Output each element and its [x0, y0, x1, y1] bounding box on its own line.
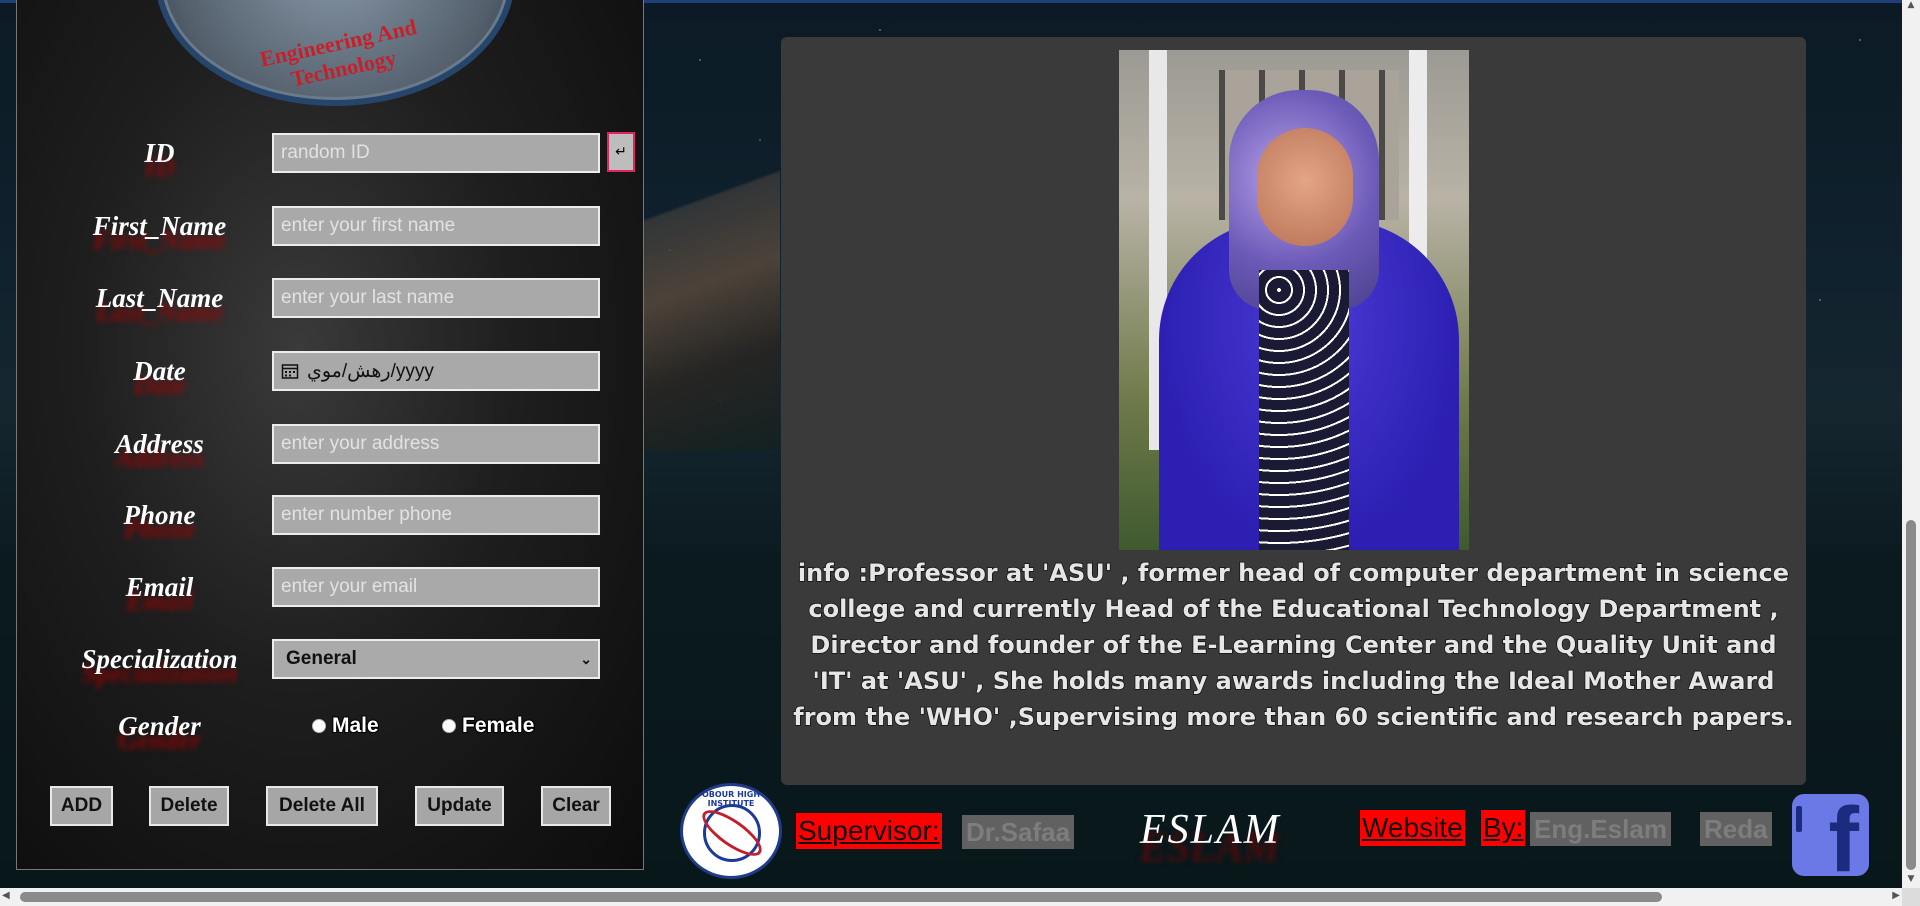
enter-icon: ↵ [615, 144, 627, 160]
email-label: Email [125, 572, 194, 602]
first-name-label: First_Name [92, 211, 227, 241]
mountain-background [640, 150, 780, 450]
scrollbar-corner [1902, 888, 1920, 906]
horizontal-scroll-thumb[interactable] [20, 892, 1662, 902]
supervisor-label[interactable]: Supervisor: [796, 813, 942, 849]
signature-logo: ESLAM [1140, 807, 1281, 853]
scroll-down-icon[interactable]: ▼ [1902, 874, 1920, 888]
chevron-down-icon: ⌄ [580, 651, 592, 667]
phone-label: Phone [123, 500, 196, 530]
delete-button[interactable]: Delete [149, 786, 229, 826]
specialization-value: General [286, 648, 357, 669]
author-first-name: Eng.Eslam [1530, 812, 1671, 846]
supervisor-info-text: info :Professor at 'ASU' , former head o… [793, 558, 1795, 732]
supervisor-name: Dr.Safaa [962, 815, 1075, 849]
address-label: Address [115, 429, 204, 459]
female-label: Female [461, 713, 535, 738]
male-label: Male [331, 713, 380, 738]
add-button[interactable]: ADD [50, 786, 113, 826]
last-name-row: Last_Name [17, 276, 645, 320]
date-label: Date [133, 356, 186, 386]
phone-row: Phone [17, 493, 645, 537]
last-name-input[interactable] [272, 278, 600, 318]
last-name-label: Last_Name [95, 283, 224, 313]
id-label: ID [144, 138, 175, 168]
email-input[interactable] [272, 567, 600, 607]
generate-id-button[interactable]: ↵ [607, 132, 635, 172]
gender-male-option[interactable]: Male [312, 704, 380, 748]
phone-input[interactable] [272, 495, 600, 535]
gender-row: Gender Male Female [17, 704, 645, 748]
footer-institute-logo: OBOUR HIGH INSTITUTE [680, 783, 782, 879]
institute-logo-text: Engineering And Technology [257, 13, 419, 92]
delete-all-button[interactable]: Delete All [266, 786, 378, 826]
specialization-row: Specialization General ⌄ [17, 637, 645, 681]
scroll-left-icon[interactable]: ◀ [2, 890, 10, 901]
first-name-row: First_Name [17, 204, 645, 248]
institute-logo: Engineering And Technology [155, 0, 515, 106]
female-radio[interactable] [442, 719, 456, 733]
specialization-label: Specialization [81, 644, 238, 674]
vertical-scroll-thumb[interactable] [1906, 520, 1916, 870]
registration-form-panel: Engineering And Technology ID ↵ First_Na… [16, 0, 644, 870]
email-row: Email [17, 565, 645, 609]
gender-female-option[interactable]: Female [442, 704, 535, 748]
address-input[interactable] [272, 424, 600, 464]
horizontal-scrollbar[interactable]: ◀ ▶ [0, 888, 1902, 906]
vertical-scrollbar[interactable]: ▲ ▼ [1902, 0, 1920, 888]
author-last-name: Reda [1700, 812, 1772, 846]
first-name-input[interactable] [272, 206, 600, 246]
male-radio[interactable] [312, 719, 326, 733]
by-link[interactable]: By: [1481, 810, 1526, 846]
date-display: رهش/موي/yyyy [307, 360, 434, 382]
id-input[interactable] [272, 133, 600, 173]
id-row: ID ↵ [17, 131, 645, 175]
update-button[interactable]: Update [415, 786, 504, 826]
date-row: Date رهش/موي/yyyy [17, 349, 645, 393]
facebook-icon[interactable]: f [1792, 794, 1869, 886]
supervisor-info-card: info :Professor at 'ASU' , former head o… [781, 37, 1806, 785]
clear-button[interactable]: Clear [541, 786, 611, 826]
specialization-select[interactable]: General ⌄ [272, 639, 600, 679]
website-link[interactable]: Website [1360, 810, 1465, 846]
scroll-right-icon[interactable]: ▶ [1892, 890, 1900, 901]
date-input[interactable]: رهش/موي/yyyy [272, 351, 600, 391]
supervisor-photo [1119, 50, 1469, 550]
gender-label: Gender [118, 711, 201, 741]
address-row: Address [17, 422, 645, 466]
scroll-up-icon[interactable]: ▲ [1902, 0, 1920, 14]
calendar-icon[interactable] [281, 362, 299, 380]
